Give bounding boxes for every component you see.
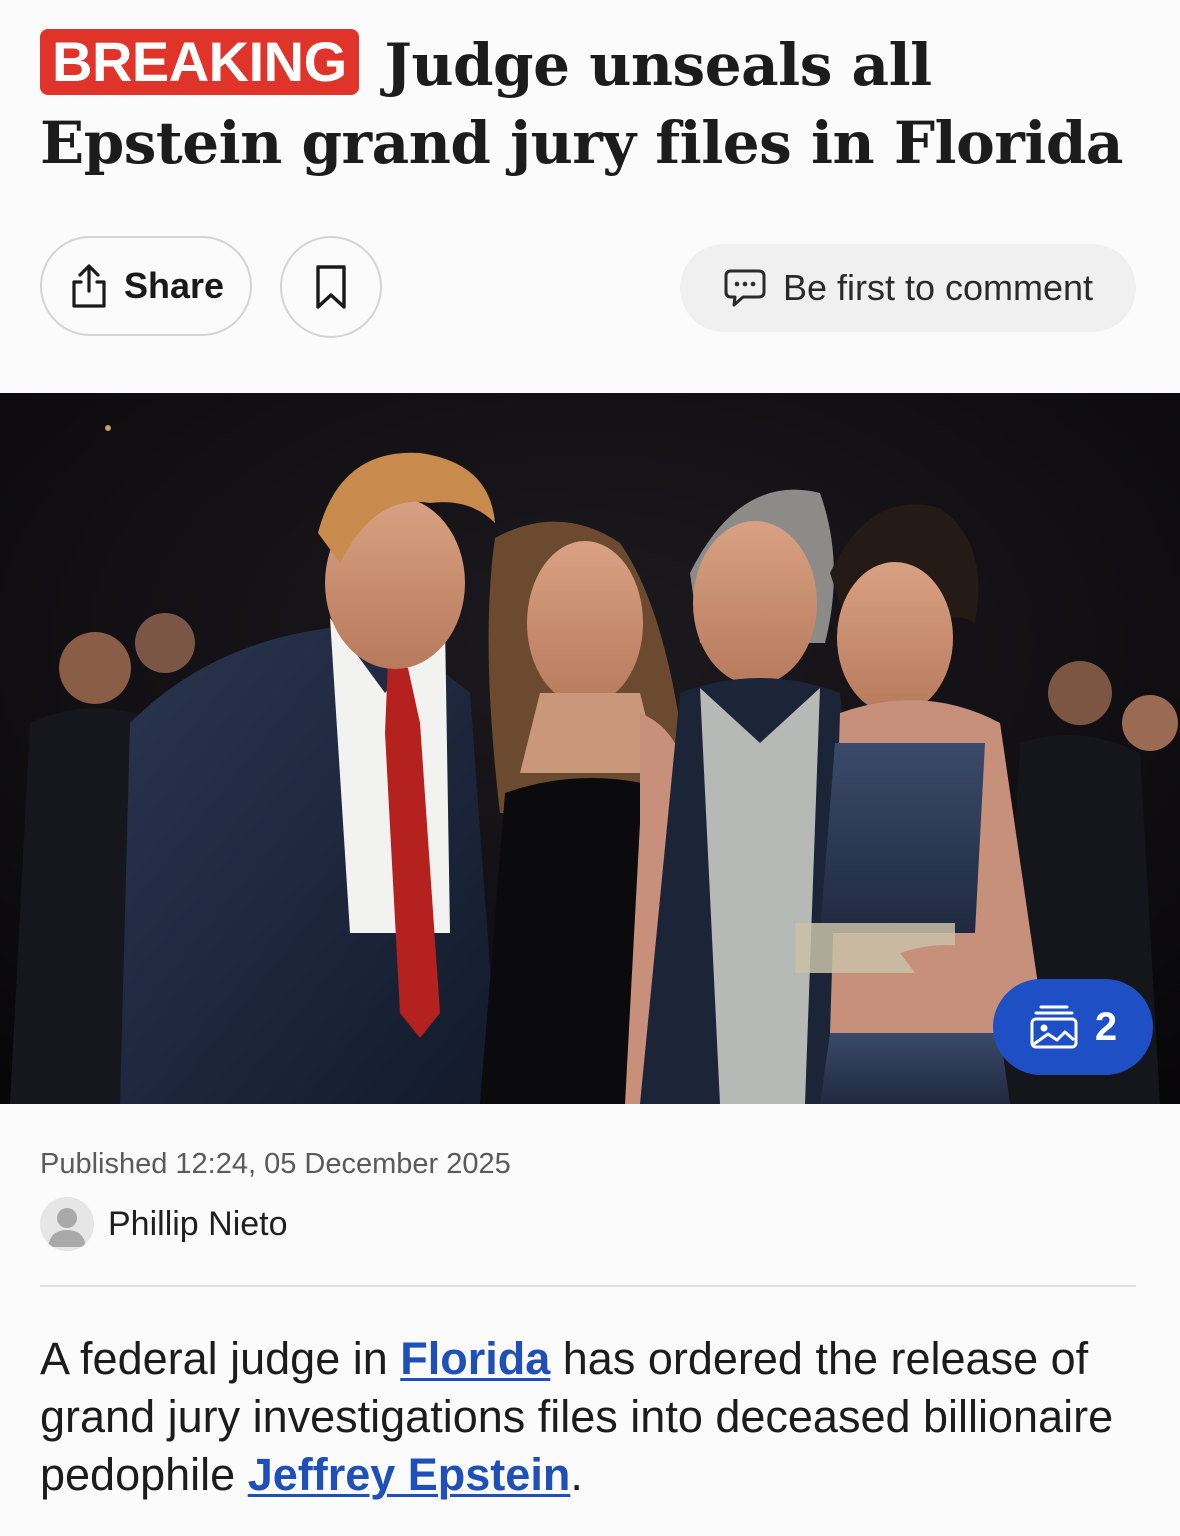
published-date: Published 12:24, 05 December 2025 [40,1148,511,1180]
breaking-badge: BREAKING [40,29,359,95]
share-label: Share [123,265,225,306]
divider [40,1285,1136,1287]
author-byline[interactable]: Phillip Nieto [40,1196,288,1252]
body-text-segment: A federal judge in [40,1333,401,1384]
link-florida[interactable]: Florida [400,1333,550,1384]
gallery-count: 2 [1094,1004,1118,1049]
article-headline: BREAKING Judge unseals all Epstein grand… [40,26,1140,182]
link-jeffrey-epstein[interactable]: Jeffrey Epstein [248,1449,571,1500]
author-name: Phillip Nieto [108,1204,288,1243]
user-placeholder-icon [48,1208,86,1247]
bookmark-button[interactable] [280,236,382,338]
share-button[interactable]: Share [40,236,252,336]
bookmark-icon [316,265,346,309]
body-text-segment: . [570,1449,583,1500]
comment-label: Be first to comment [782,267,1094,308]
comment-button[interactable]: Be first to comment [680,244,1136,332]
gallery-count-badge[interactable]: 2 [993,979,1153,1075]
gallery-icon [1030,1005,1078,1049]
avatar [40,1197,94,1251]
article-lead-paragraph: A federal judge in Florida has ordered t… [40,1330,1150,1504]
comment-icon [724,269,766,307]
share-icon [72,264,106,308]
hero-photo[interactable]: 2 [0,393,1180,1104]
article-actions: Share Be first to comment [0,236,1180,340]
